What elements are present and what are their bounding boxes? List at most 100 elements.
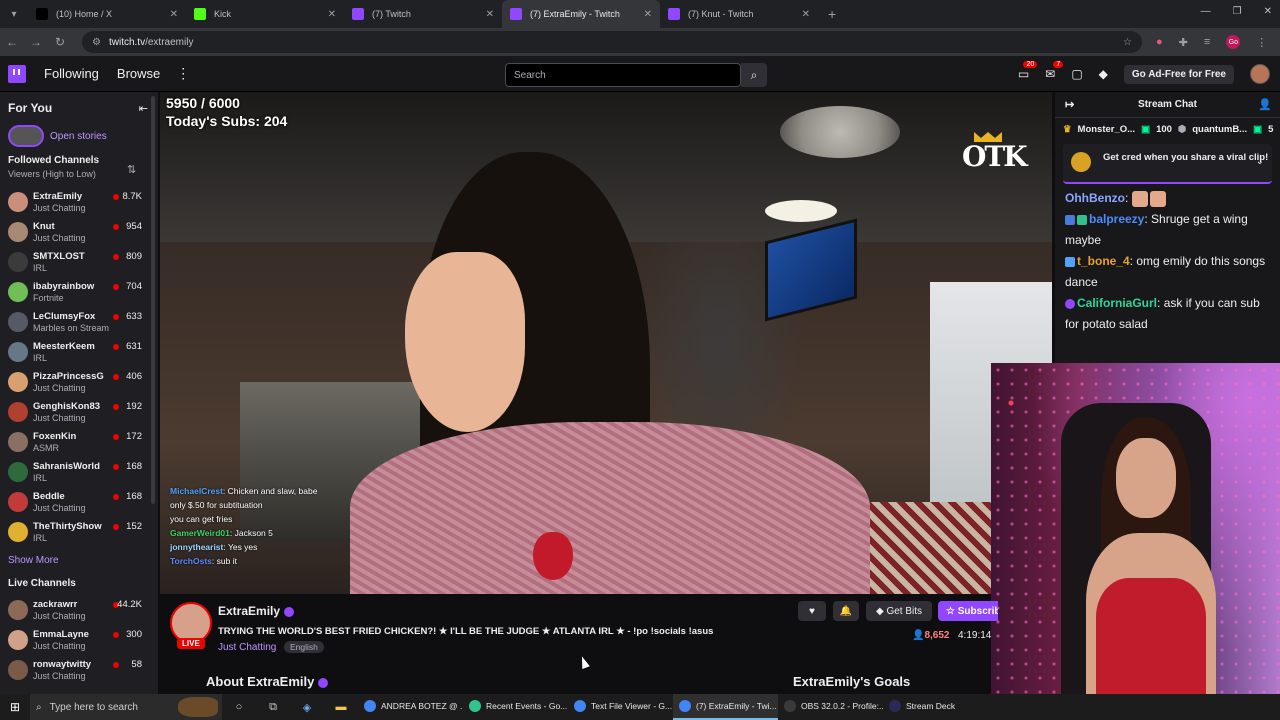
sidebar-channel[interactable]: ronwaytwitty Just Chatting 58 [0,656,150,686]
tab-search-icon[interactable]: ▾ [0,9,28,20]
chat-leaderboard[interactable]: ♛ Monster_O... ▣ 100 ⬢ quantumB... ▣ 5 [1055,118,1280,140]
chat-username[interactable]: OhhBenzo [1065,191,1125,205]
windows-start-icon[interactable]: ⊞ [0,700,30,714]
overlay-chat-line: TorchOsts: sub it [170,556,237,566]
open-stories[interactable]: Open stories [8,125,107,147]
taskbar-app[interactable]: ANDREA BOTEZ @ ... [358,694,463,720]
prime-icon[interactable]: ◆ [1099,67,1108,81]
browser-tab[interactable]: (7) Knut - Twitch ✕ [660,0,818,28]
browser-tab[interactable]: Kick ✕ [186,0,344,28]
taskbar-app-label: OBS 32.0.2 - Profile:... [801,701,883,711]
streamer-name[interactable]: ExtraEmily [218,604,295,618]
sidebar-channel[interactable]: Knut Just Chatting 954 [0,218,150,248]
close-tab-icon[interactable]: ✕ [644,9,652,20]
overlay-chat-user: MichaelCrest [170,486,223,496]
about-heading: About ExtraEmily [206,674,329,689]
notification-bell-icon[interactable]: 🔔 [833,601,859,621]
back-icon[interactable]: ← [0,35,24,49]
twitch-logo-icon[interactable] [8,64,26,83]
nav-following[interactable]: Following [44,66,99,81]
chat-users-icon[interactable]: 👤 [1258,98,1272,111]
copilot-icon[interactable]: ◈ [290,701,324,714]
taskbar-app[interactable]: OBS 32.0.2 - Profile:... [778,694,883,720]
bookmark-star-icon[interactable]: ☆ [1123,37,1132,48]
taskbar-search[interactable]: ⌕ Type here to search [30,694,222,720]
cred-text: Get cred when you share a viral clip! [1103,152,1269,163]
video-player[interactable]: 5950 / 6000 Today's Subs: 204 OTK Michae… [160,92,1052,594]
sidebar-channel[interactable]: SMTXLOST IRL 809 [0,248,150,278]
sidebar-channel[interactable]: zackrawrr Just Chatting 44.2K [0,596,150,626]
cortana-icon[interactable]: ○ [222,701,256,713]
inbox-icon[interactable]: ✉ 7 [1045,61,1064,81]
browser-tab[interactable]: (10) Home / X ✕ [28,0,186,28]
sidebar-channel[interactable]: EmmaLayne Just Chatting 300 [0,626,150,656]
close-tab-icon[interactable]: ✕ [486,9,494,20]
app-icon [889,700,901,712]
sidebar-channel[interactable]: MeesterKeem IRL 631 [0,338,150,368]
extension-icon[interactable]: ● [1156,36,1163,48]
close-tab-icon[interactable]: ✕ [802,9,810,20]
profile-avatar[interactable]: Go [1226,35,1241,49]
chat-username[interactable]: t_bone_4 [1077,254,1130,268]
chat-username[interactable]: balpreezy [1089,212,1144,226]
search-icon[interactable]: ⌕ [741,63,767,87]
sidebar-channel[interactable]: ExtraEmily Just Chatting 8.7K [0,188,150,218]
sidebar-channel[interactable]: SahranisWorld IRL 168 [0,458,150,488]
new-tab-button[interactable]: + [828,6,836,22]
nav-browse[interactable]: Browse [117,66,160,81]
stream-tag[interactable]: English [284,641,324,653]
maximize-icon[interactable]: ❐ [1233,6,1242,17]
close-tab-icon[interactable]: ✕ [170,9,178,20]
follow-heart-icon[interactable]: ♥ [798,601,826,621]
get-bits-button[interactable]: ◆ Get Bits [866,601,932,621]
browser-menu-icon[interactable]: ⋮ [1256,36,1267,49]
taskbar-app[interactable]: (7) ExtraEmily - Twi... [673,694,778,720]
file-explorer-icon[interactable]: ▬ [324,701,358,713]
whispers-icon[interactable]: ▢ [1071,67,1082,81]
sidebar-channel[interactable]: Beddle Just Chatting 168 [0,488,150,518]
ad-free-button[interactable]: Go Ad-Free for Free [1123,64,1234,84]
chat-username[interactable]: CaliforniaGurl [1077,296,1157,310]
media-control-icon[interactable]: ≡ [1204,36,1210,48]
more-options-icon[interactable]: ⋮ [176,65,190,82]
show-more-link[interactable]: Show More [8,555,59,566]
sidebar-channel[interactable]: PizzaPrincessG Just Chatting 406 [0,368,150,398]
user-avatar[interactable] [1250,64,1270,84]
taskbar-app[interactable]: Recent Events - Go... [463,694,568,720]
cred-callout[interactable]: Get cred when you share a viral clip! ⌄ [1063,144,1272,184]
minimize-icon[interactable]: — [1201,6,1211,17]
notifications-icon[interactable]: ▭ 20 [1018,61,1038,81]
browser-tab[interactable]: (7) Twitch ✕ [344,0,502,28]
search-input[interactable]: Search [505,63,741,87]
taskbar-app[interactable]: Text File Viewer - G... [568,694,673,720]
stream-category[interactable]: Just Chatting [218,642,276,653]
url-input[interactable]: ⚙ twitch.tv/extraemily ☆ [82,31,1142,53]
sort-icon[interactable]: ⇅ [127,163,136,176]
extensions-puzzle-icon[interactable]: ✚ [1179,36,1188,49]
sidebar-channel[interactable]: GenghisKon83 Just Chatting 192 [0,398,150,428]
task-view-icon[interactable]: ⧉ [256,701,290,714]
channel-avatar [8,522,28,542]
close-tab-icon[interactable]: ✕ [328,9,336,20]
collapse-chat-icon[interactable]: ↦ [1065,98,1074,111]
taskbar-app-label: Stream Deck [906,701,956,711]
site-info-icon[interactable]: ⚙ [92,37,101,48]
live-dot-icon [113,314,119,320]
browser-tab[interactable]: (7) ExtraEmily - Twitch ✕ [502,0,660,28]
taskbar-app[interactable]: Stream Deck [883,694,988,720]
forward-icon[interactable]: → [24,35,48,49]
sidebar-channel[interactable]: LeClumsyFox Marbles on Stream 633 [0,308,150,338]
sidebar-channel[interactable]: ibabyrainbow Fortnite 704 [0,278,150,308]
reload-icon[interactable]: ↻ [48,35,72,49]
channel-avatar [8,402,28,422]
collapse-sidebar-icon[interactable]: ⇤ [139,102,148,115]
chevron-down-icon[interactable]: ⌄ [1256,156,1264,167]
channel-name: GenghisKon83 [33,401,101,412]
sidebar-channel[interactable]: TheThirtyShow IRL 152 [0,518,150,548]
subscribe-button[interactable]: ☆ Subscribe [938,601,998,621]
emote-icon [1131,190,1148,207]
sidebar-scrollbar[interactable] [151,96,155,504]
video-light [765,200,837,222]
close-window-icon[interactable]: ✕ [1264,6,1272,17]
sidebar-channel[interactable]: FoxenKin ASMR 172 [0,428,150,458]
